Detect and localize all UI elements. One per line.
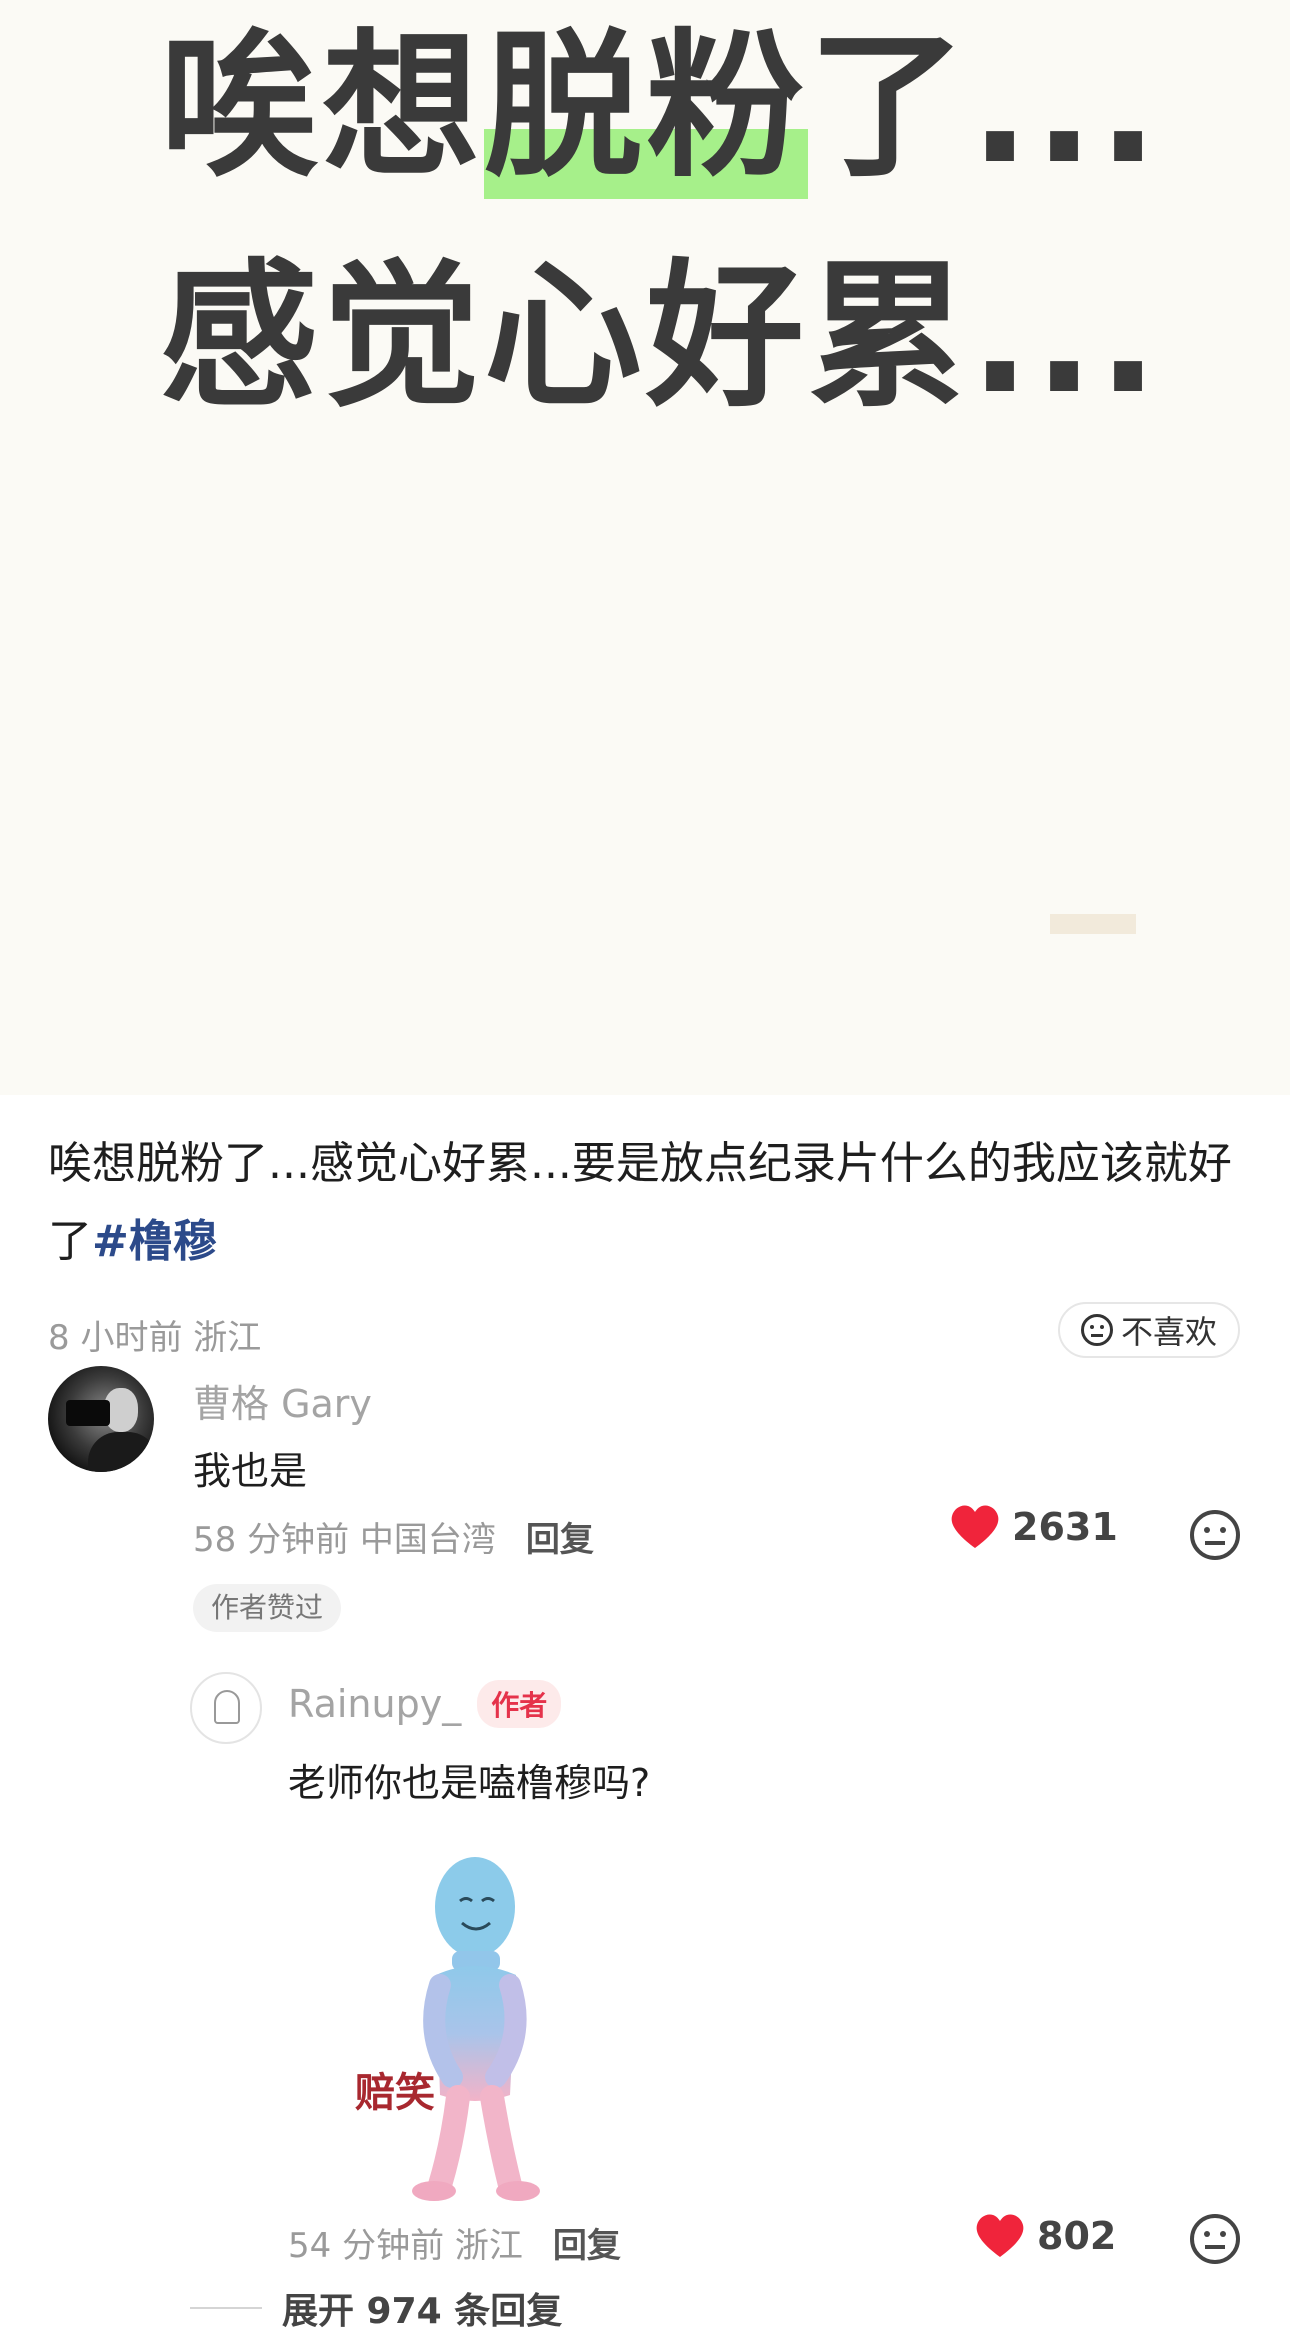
heart-icon: [976, 2214, 1024, 2257]
heart-icon: [951, 1505, 999, 1548]
avatar[interactable]: [190, 1672, 262, 1744]
reply-user-row: Rainupy_ 作者: [288, 1680, 562, 1728]
dislike-face-icon[interactable]: [1190, 1510, 1240, 1560]
comment-meta: 58 分钟前 中国台湾 回复: [193, 1512, 594, 1561]
reply-button[interactable]: 回复: [526, 1520, 594, 1560]
author-badge: 作者: [477, 1680, 562, 1728]
comment-time-location: 58 分钟前 中国台湾: [193, 1520, 496, 1560]
sticker-image[interactable]: [340, 1845, 620, 2205]
like-button[interactable]: 2631: [950, 1504, 1118, 1550]
expand-replies-button[interactable]: 展开 974 条回复: [190, 2282, 562, 2334]
reply-username[interactable]: Rainupy_: [288, 1682, 461, 1726]
like-button[interactable]: 802: [975, 2213, 1116, 2259]
post-cover-image[interactable]: 唉想脱粉了... 感觉心好累...: [0, 0, 1290, 1095]
cover-decoration: [1050, 914, 1136, 934]
avatar[interactable]: [48, 1366, 154, 1472]
reply-meta: 54 分钟前 浙江 回复: [288, 2218, 621, 2267]
expand-replies-label: 展开 974 条回复: [282, 2291, 563, 2332]
cover-highlight: 脱粉: [484, 15, 808, 199]
comment-username[interactable]: 曹格 Gary: [193, 1373, 372, 1428]
hashtag-link[interactable]: #橹穆: [92, 1216, 217, 1267]
reply-time-location: 54 分钟前 浙江: [288, 2226, 523, 2266]
neutral-face-icon: [1080, 1314, 1113, 1346]
dislike-face-icon[interactable]: [1190, 2214, 1240, 2264]
sticker-caption: 赔笑: [355, 2070, 435, 2116]
divider: [190, 2307, 262, 2309]
author-liked-badge: 作者赞过: [193, 1584, 342, 1632]
like-count: 802: [1037, 2214, 1117, 2258]
reply-button[interactable]: 回复: [553, 2226, 621, 2266]
reply-text: 老师你也是嗑橹穆吗?: [288, 1761, 651, 1805]
like-count: 2631: [1012, 1505, 1118, 1549]
dislike-label: 不喜欢: [1120, 1313, 1217, 1351]
post-body: 唉想脱粉了...感觉心好累...要是放点纪录片什么的我应该就好了#橹穆: [48, 1125, 1248, 1281]
comment-text: 我也是: [193, 1449, 308, 1493]
post-text: 唉想脱粉了...感觉心好累...要是放点纪录片什么的我应该就好了: [48, 1138, 1232, 1267]
cover-title-line-2: 感觉心好累...: [160, 245, 1163, 429]
post-meta: 8 小时前 浙江: [48, 1318, 262, 1358]
dislike-button[interactable]: 不喜欢: [1058, 1302, 1240, 1358]
cover-title-line-1: 唉想脱粉了...: [160, 15, 1163, 199]
